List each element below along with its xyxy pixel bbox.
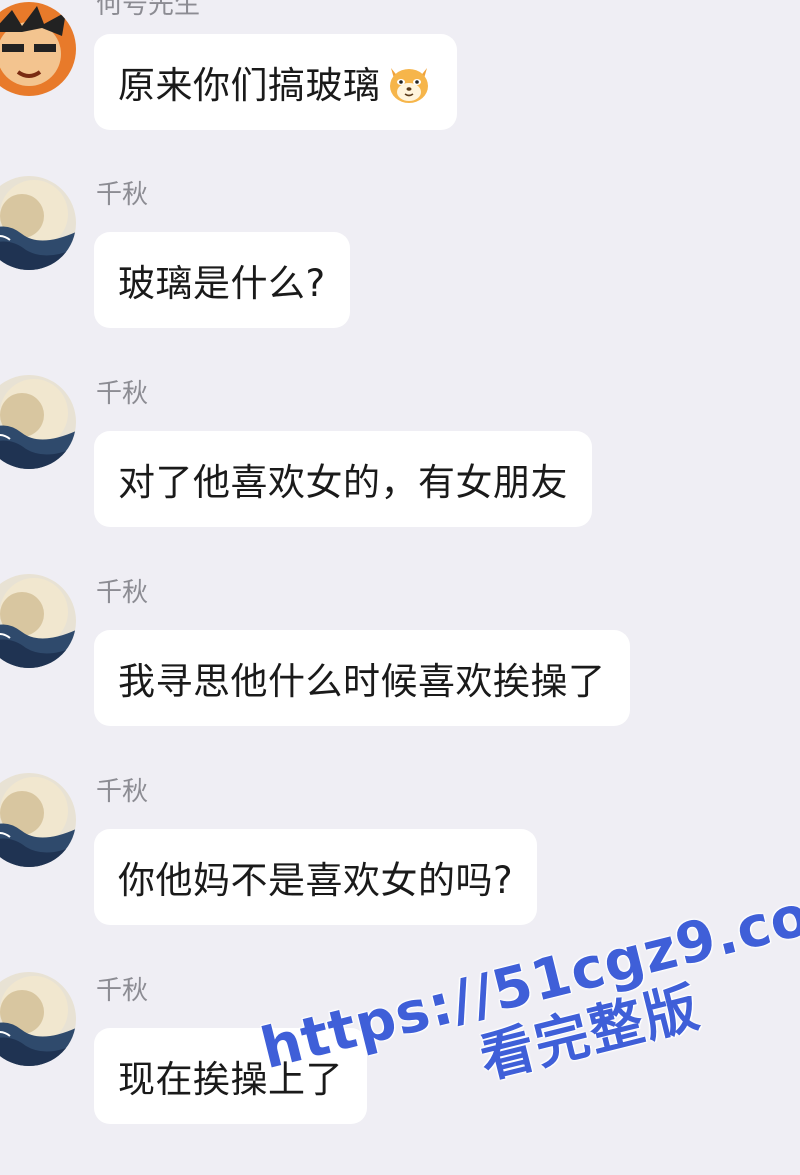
sender-name: 千秋: [96, 976, 149, 1006]
chat-message: 千秋 玻璃是什么?: [0, 30, 800, 328]
avatar[interactable]: [0, 972, 76, 1066]
message-text: 现在挨操上了: [118, 1058, 343, 1101]
wave-moon-avatar-icon: [0, 972, 76, 1066]
sender-name: 千秋: [96, 578, 149, 608]
sender-name: 千秋: [96, 777, 149, 807]
chat-message: 千秋 对了他喜欢女的，有女朋友: [0, 229, 800, 527]
chat-message: 千秋 现在挨操上了: [0, 826, 800, 1124]
chat-message: 何号先生 原来你们搞玻璃: [0, 0, 800, 130]
chat-message: 千秋 我寻思他什么时候喜欢挨操了: [0, 428, 800, 726]
chat-message: 千秋 你他妈不是喜欢女的吗?: [0, 627, 800, 925]
chat-message-list: 何号先生 原来你们搞玻璃 千秋 玻璃是什么? 千秋 对了他喜欢女的，有女朋友 千…: [0, 0, 800, 1175]
sender-name: 千秋: [96, 180, 149, 210]
message-bubble[interactable]: 现在挨操上了: [94, 1028, 367, 1124]
sender-name: 千秋: [96, 379, 149, 409]
sender-name: 何号先生: [96, 0, 201, 20]
